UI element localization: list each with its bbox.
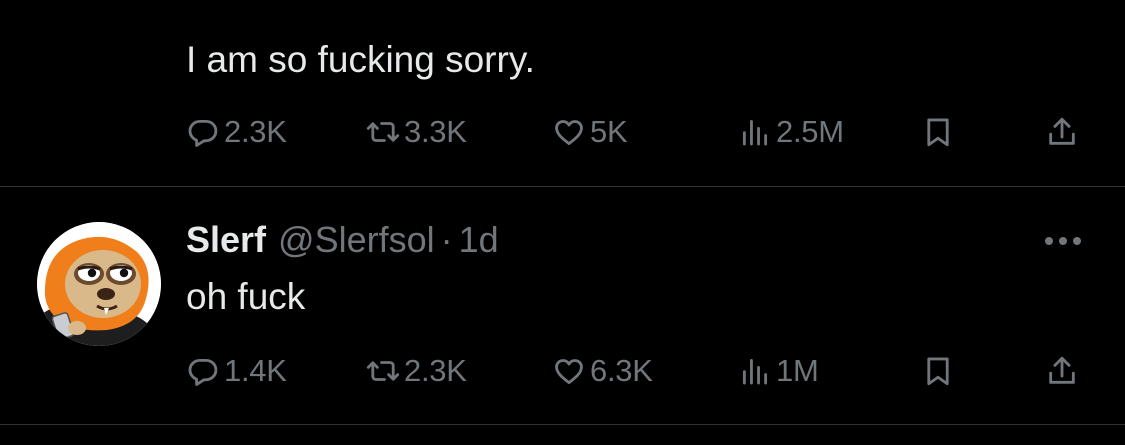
reply-button[interactable]: 1.4K: [186, 349, 287, 393]
header-separator: ·: [440, 219, 453, 260]
bookmark-button[interactable]: [921, 110, 955, 154]
like-count: 5K: [590, 114, 628, 149]
tweet-divider: [0, 186, 1125, 187]
share-icon: [1049, 117, 1075, 145]
reply-button[interactable]: 2.3K: [186, 110, 287, 154]
repost-button[interactable]: 2.3K: [366, 349, 467, 393]
views-button[interactable]: 2.5M: [738, 110, 844, 154]
tweet-text: I am so fucking sorry.: [186, 39, 535, 80]
like-button[interactable]: 6.3K: [552, 349, 653, 393]
repost-icon: [366, 361, 400, 381]
tweet-timestamp[interactable]: 1d: [459, 219, 499, 261]
views-count: 1M: [776, 353, 819, 388]
tweet-divider: [0, 424, 1125, 425]
views-button[interactable]: 1M: [738, 349, 819, 393]
bookmark-icon: [927, 357, 949, 386]
like-count: 6.3K: [590, 353, 653, 388]
tweet-text: oh fuck: [186, 276, 306, 317]
author-handle[interactable]: @Slerfsol: [278, 219, 435, 261]
bookmark-icon: [927, 118, 949, 147]
reply-count: 1.4K: [224, 353, 287, 388]
share-button[interactable]: [1045, 349, 1079, 393]
like-button[interactable]: 5K: [552, 110, 628, 154]
repost-button[interactable]: 3.3K: [366, 110, 467, 154]
repost-icon: [366, 122, 400, 142]
views-icon: [742, 358, 768, 385]
share-button[interactable]: [1045, 110, 1079, 154]
tweet-actions-bar: 1.4K 2.3K 6.3K 1M: [0, 349, 1125, 393]
more-options-button[interactable]: [1040, 228, 1086, 254]
reply-icon: [188, 119, 218, 147]
sloth-avatar-image: [37, 222, 161, 346]
views-count: 2.5M: [776, 114, 844, 149]
more-icon: [1045, 237, 1081, 245]
tweet-actions-bar: 2.3K 3.3K 5K 2.5M: [0, 110, 1125, 154]
views-icon: [742, 119, 768, 146]
repost-count: 2.3K: [404, 353, 467, 388]
bookmark-button[interactable]: [921, 349, 955, 393]
share-icon: [1049, 356, 1075, 384]
heart-icon: [555, 120, 583, 146]
heart-icon: [555, 359, 583, 385]
author-display-name[interactable]: Slerf: [186, 219, 266, 261]
reply-icon: [188, 358, 218, 386]
avatar[interactable]: [37, 222, 161, 346]
tweet-header: Slerf @Slerfsol · 1d: [186, 219, 499, 265]
repost-count: 3.3K: [404, 114, 467, 149]
reply-count: 2.3K: [224, 114, 287, 149]
